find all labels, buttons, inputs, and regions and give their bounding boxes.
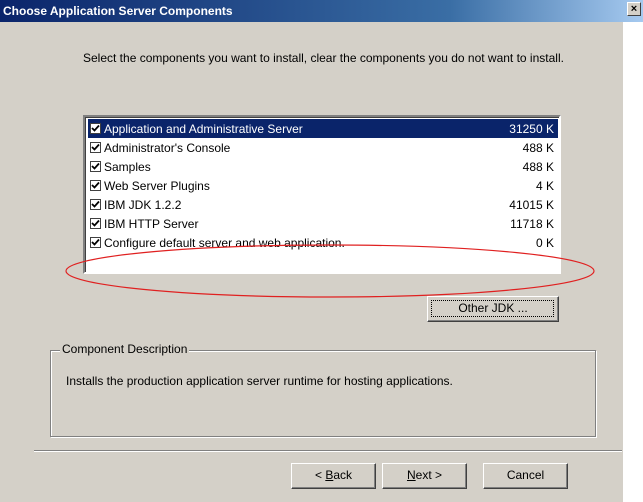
component-row[interactable]: IBM HTTP Server 11718 K bbox=[88, 214, 558, 233]
separator-line bbox=[34, 450, 622, 452]
checkmark-icon bbox=[91, 181, 100, 189]
instructions-text: Select the components you want to instal… bbox=[83, 51, 564, 65]
component-size: 11718 K bbox=[510, 216, 554, 231]
component-size: 488 K bbox=[522, 159, 554, 174]
components-list[interactable]: Application and Administrative Server 312… bbox=[83, 115, 561, 274]
checkbox[interactable] bbox=[90, 123, 101, 134]
component-row[interactable]: IBM JDK 1.2.2 41015 K bbox=[88, 195, 558, 214]
checkbox[interactable] bbox=[90, 161, 101, 172]
component-row[interactable]: Administrator's Console 488 K bbox=[88, 138, 558, 157]
component-description-text: Installs the production application serv… bbox=[66, 374, 453, 388]
checkmark-icon bbox=[91, 162, 100, 170]
component-row[interactable]: Samples 488 K bbox=[88, 157, 558, 176]
checkmark-icon bbox=[91, 200, 100, 208]
checkbox[interactable] bbox=[90, 180, 101, 191]
next-button[interactable]: Next > bbox=[382, 463, 467, 489]
dialog-body: Select the components you want to instal… bbox=[0, 22, 623, 502]
component-name: Web Server Plugins bbox=[104, 178, 210, 193]
component-size: 31250 K bbox=[509, 121, 554, 136]
component-name: Configure default server and web applica… bbox=[104, 235, 345, 250]
window-title: Choose Application Server Components bbox=[3, 4, 233, 18]
component-size: 0 K bbox=[535, 235, 554, 250]
component-row[interactable]: Application and Administrative Server 312… bbox=[88, 119, 558, 138]
component-row[interactable]: Web Server Plugins 4 K bbox=[88, 176, 558, 195]
component-name: IBM JDK 1.2.2 bbox=[104, 197, 182, 212]
close-icon[interactable]: × bbox=[627, 2, 641, 16]
cancel-button[interactable]: Cancel bbox=[483, 463, 568, 489]
next-label: Next > bbox=[406, 468, 443, 482]
cancel-label: Cancel bbox=[506, 468, 545, 482]
checkmark-icon bbox=[91, 219, 100, 227]
component-size: 4 K bbox=[535, 178, 554, 193]
checkmark-icon bbox=[91, 238, 100, 246]
checkbox[interactable] bbox=[90, 142, 101, 153]
checkbox[interactable] bbox=[90, 199, 101, 210]
checkmark-icon bbox=[91, 143, 100, 151]
component-size: 488 K bbox=[522, 140, 554, 155]
other-jdk-button[interactable]: Other JDK ... bbox=[427, 296, 559, 322]
component-name: Samples bbox=[104, 159, 151, 174]
checkmark-icon bbox=[91, 124, 100, 132]
back-label: < Back bbox=[314, 468, 353, 482]
component-name: IBM HTTP Server bbox=[104, 216, 199, 231]
title-bar: Choose Application Server Components × bbox=[0, 0, 643, 22]
component-description-group bbox=[50, 350, 596, 437]
checkbox[interactable] bbox=[90, 218, 101, 229]
checkbox[interactable] bbox=[90, 237, 101, 248]
component-name: Administrator's Console bbox=[104, 140, 231, 155]
back-button[interactable]: < Back bbox=[291, 463, 376, 489]
component-description-legend: Component Description bbox=[60, 342, 190, 356]
component-size: 41015 K bbox=[509, 197, 554, 212]
component-row[interactable]: Configure default server and web applica… bbox=[88, 233, 558, 252]
component-name: Application and Administrative Server bbox=[104, 121, 303, 136]
other-jdk-label: Other JDK ... bbox=[458, 301, 528, 315]
